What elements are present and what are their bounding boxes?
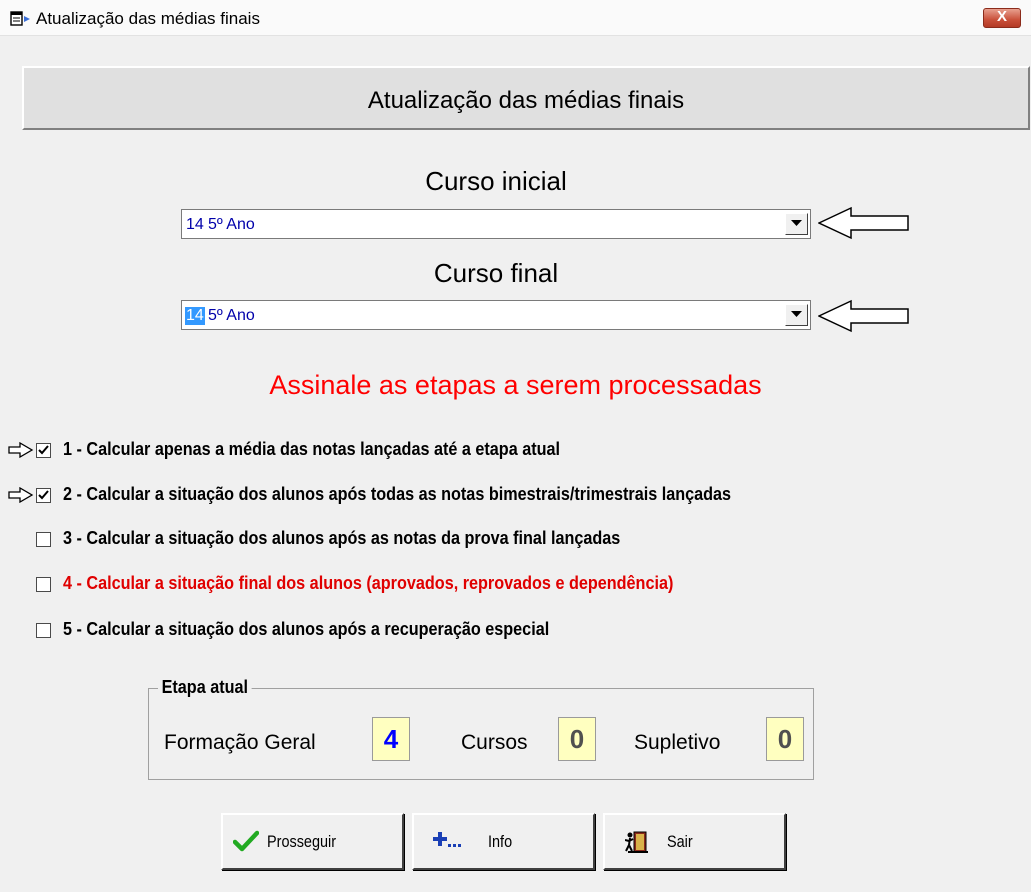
sair-button[interactable]: Sair: [603, 813, 786, 870]
etapa-atual-title: Etapa atual: [158, 677, 252, 698]
option-5-checkbox[interactable]: 5 - Calcular a situação dos alunos após …: [36, 619, 756, 643]
formacao-geral-label: Formação Geral: [164, 731, 316, 754]
option-5-label: 5 - Calcular a situação dos alunos após …: [63, 619, 550, 639]
option-1-checkbox[interactable]: 1 - Calcular apenas a média das notas la…: [36, 439, 796, 463]
prosseguir-button[interactable]: Prosseguir: [221, 813, 404, 870]
checkbox-box[interactable]: [36, 623, 51, 638]
checkbox-box[interactable]: [36, 577, 51, 592]
cursos-label: Cursos: [461, 731, 528, 754]
option-3-checkbox[interactable]: 3 - Calcular a situação dos alunos após …: [36, 528, 836, 552]
curso-inicial-code: 14: [186, 216, 204, 233]
check-icon: [38, 490, 49, 500]
window-title: Atualização das médias finais: [36, 9, 260, 28]
checkmark-icon: [233, 830, 259, 852]
pointer-arrow-icon: [8, 442, 34, 458]
option-4-label: 4 - Calcular a situação final dos alunos…: [63, 573, 674, 593]
supletivo-value: 0: [766, 717, 804, 761]
formacao-geral-value: 4: [372, 717, 410, 761]
header-panel: Atualização das médias finais: [22, 66, 1030, 130]
info-button[interactable]: Info: [412, 813, 595, 870]
sair-label: Sair: [667, 832, 693, 851]
curso-inicial-label: Curso inicial: [425, 166, 567, 196]
curso-inicial-dropdown-button[interactable]: [785, 213, 808, 235]
curso-final-name: 5º Ano: [208, 307, 255, 324]
prosseguir-label: Prosseguir: [267, 832, 337, 851]
check-icon: [38, 445, 49, 455]
curso-inicial-name: 5º Ano: [208, 216, 255, 233]
curso-inicial-select[interactable]: 14 5º Ano: [181, 209, 811, 239]
curso-final-code: 14: [185, 307, 205, 325]
curso-final-dropdown-button[interactable]: [785, 304, 808, 326]
close-icon: X: [996, 8, 1007, 25]
option-1-label: 1 - Calcular apenas a média das notas la…: [63, 439, 561, 459]
option-3-label: 3 - Calcular a situação dos alunos após …: [63, 528, 621, 548]
curso-final-select[interactable]: 14 5º Ano: [181, 300, 811, 330]
option-2-checkbox[interactable]: 2 - Calcular a situação dos alunos após …: [36, 484, 996, 508]
option-2-label: 2 - Calcular a situação dos alunos após …: [63, 484, 732, 504]
checkbox-box[interactable]: [36, 488, 51, 503]
chevron-down-icon: [791, 220, 802, 226]
title-bar: Atualização das médias finais X: [0, 0, 1031, 36]
page-title: Atualização das médias finais: [367, 87, 685, 114]
exit-door-icon: [625, 831, 648, 853]
supletivo-label: Supletivo: [634, 731, 721, 754]
chevron-down-icon: [791, 311, 802, 317]
checkbox-box[interactable]: [36, 532, 51, 547]
cursos-value: 0: [558, 717, 596, 761]
close-button[interactable]: X: [983, 8, 1021, 28]
instruction-text: Assinale as etapas a serem processadas: [269, 370, 762, 400]
arrow-left-outline-icon: [818, 299, 909, 333]
info-label: Info: [488, 832, 513, 851]
option-4-checkbox[interactable]: 4 - Calcular a situação final dos alunos…: [36, 573, 916, 597]
checkbox-box[interactable]: [36, 443, 51, 458]
curso-final-label: Curso final: [433, 258, 559, 288]
plus-info-icon: [433, 832, 461, 847]
arrow-left-outline-icon: [818, 206, 909, 240]
window-app-icon: [10, 11, 30, 26]
pointer-arrow-icon: [8, 487, 34, 503]
